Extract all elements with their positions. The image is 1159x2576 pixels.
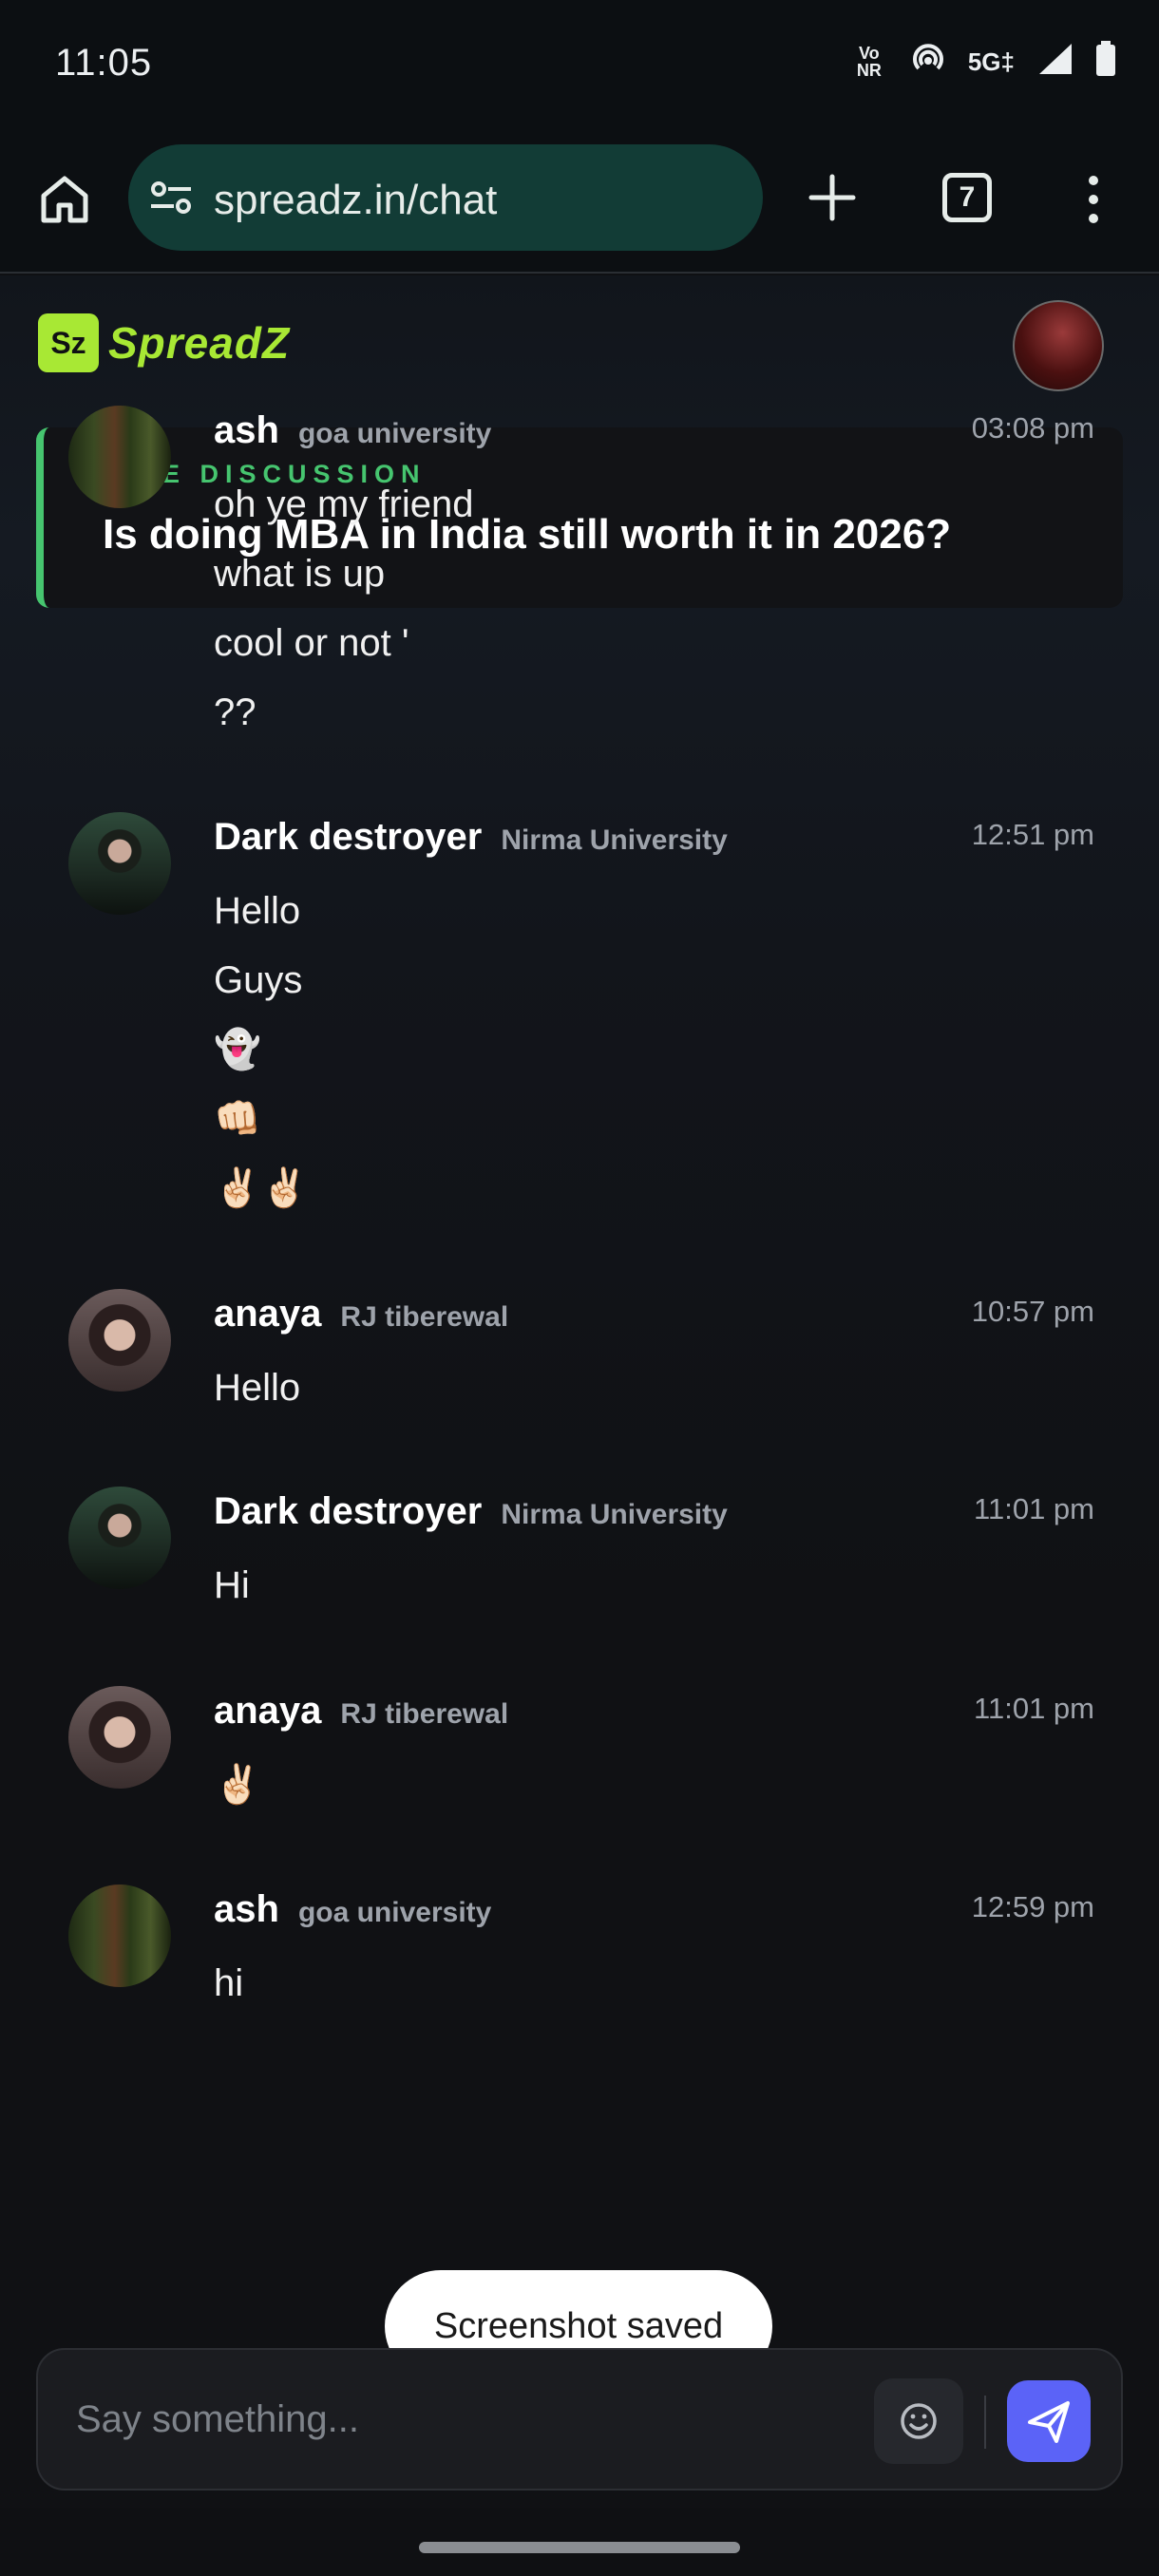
message-line: ✌🏻 xyxy=(214,1764,261,1806)
plus-icon xyxy=(808,174,856,221)
message-line: oh ye my friend xyxy=(214,483,474,525)
sender-university: Nirma University xyxy=(501,824,728,856)
gesture-handle[interactable] xyxy=(419,2542,740,2553)
brand-name: SpreadZ xyxy=(108,318,291,368)
smiley-icon xyxy=(901,2403,937,2439)
signal-icon xyxy=(1036,40,1074,84)
message-header: Dark destroyer Nirma University xyxy=(214,1490,728,1533)
user-avatar[interactable] xyxy=(68,812,171,915)
brand-logo[interactable]: Sz SpreadZ xyxy=(38,313,290,372)
message-header: anaya RJ tiberewal xyxy=(214,1690,508,1733)
tab-switcher-button[interactable]: 7 xyxy=(942,173,992,222)
message-line: hi xyxy=(214,1962,244,2004)
sender-name[interactable]: anaya xyxy=(214,1293,321,1335)
message-line: Guys xyxy=(214,959,303,1001)
message-line: cool or not ' xyxy=(214,622,409,664)
sender-university: goa university xyxy=(297,1897,492,1928)
sender-name[interactable]: ash xyxy=(214,409,279,452)
sender-name[interactable]: ash xyxy=(214,1888,279,1931)
message-line: 👻 xyxy=(214,1029,261,1070)
live-discussion-card: LIVE DISCUSSION Is doing MBA in India st… xyxy=(36,427,1123,608)
status-bar: 11:05 Vo NR 5G‡ xyxy=(0,0,1159,133)
message-header: anaya RJ tiberewal xyxy=(214,1293,508,1335)
user-avatar[interactable] xyxy=(68,1686,171,1789)
message-line: what is up xyxy=(214,553,386,595)
message-time: 03:08 pm xyxy=(971,411,1094,445)
url-text: spreadz.in/chat xyxy=(214,177,498,223)
message-time: 11:01 pm xyxy=(974,1692,1094,1725)
volte-icon: Vo NR xyxy=(856,44,882,80)
status-time: 11:05 xyxy=(55,42,153,84)
message-line: Hello xyxy=(214,1367,301,1409)
message-line: 👊🏻 xyxy=(214,1098,261,1140)
message-time: 12:51 pm xyxy=(971,818,1094,851)
system-nav-bar xyxy=(0,2508,1159,2576)
more-menu-button[interactable] xyxy=(1081,171,1106,228)
sender-university: goa university xyxy=(297,418,492,449)
message-body: hi xyxy=(214,1949,243,2018)
message-time: 11:01 pm xyxy=(974,1492,1094,1525)
home-button[interactable] xyxy=(36,171,93,228)
more-vert-icon xyxy=(1089,176,1098,223)
message-line: Hi xyxy=(214,1564,250,1606)
message-body: oh ye my friend what is up cool or not '?? xyxy=(214,470,473,748)
message-header: ash goa university xyxy=(214,1888,491,1931)
sender-name[interactable]: Dark destroyer xyxy=(214,816,482,859)
message-body: ✌🏻 xyxy=(214,1751,261,1820)
message-time: 10:57 pm xyxy=(971,1295,1094,1328)
message-time: 12:59 pm xyxy=(971,1890,1094,1923)
sender-university: RJ tiberewal xyxy=(340,1698,509,1730)
send-button[interactable] xyxy=(1007,2380,1091,2462)
sender-name[interactable]: Dark destroyer xyxy=(214,1490,482,1533)
5g-icon: 5G‡ xyxy=(967,47,1015,76)
user-avatar[interactable] xyxy=(68,406,171,508)
message-header: ash goa university xyxy=(214,409,491,452)
home-icon xyxy=(41,176,88,223)
browser-toolbar: spreadz.in/chat 7 xyxy=(0,133,1159,274)
url-bar[interactable]: spreadz.in/chat xyxy=(128,144,763,251)
message-line: ✌🏻✌🏻 xyxy=(214,1167,309,1209)
message-body: Hi xyxy=(214,1551,250,1620)
sender-name[interactable]: anaya xyxy=(214,1690,321,1733)
message-line: ?? xyxy=(214,691,256,733)
message-header: Dark destroyer Nirma University xyxy=(214,816,728,859)
chat-page: Sz SpreadZ LIVE DISCUSSION Is doing MBA … xyxy=(0,275,1159,2508)
emoji-button[interactable] xyxy=(874,2378,963,2464)
user-avatar[interactable] xyxy=(68,1885,171,1987)
message-composer xyxy=(36,2348,1123,2491)
user-avatar[interactable] xyxy=(68,1289,171,1392)
profile-avatar[interactable] xyxy=(1013,300,1104,391)
battery-icon xyxy=(1094,40,1117,84)
site-settings-icon[interactable] xyxy=(149,179,193,217)
message-body: Hello xyxy=(214,1354,300,1423)
hotspot-icon xyxy=(909,40,947,84)
message-line: Hello xyxy=(214,890,301,932)
sender-university: RJ tiberewal xyxy=(340,1301,509,1333)
message-body: Hello Guys 👻 👊🏻 ✌🏻✌🏻 xyxy=(214,877,309,1223)
composer-divider xyxy=(984,2396,986,2449)
message-input[interactable] xyxy=(76,2350,855,2489)
sender-university: Nirma University xyxy=(501,1499,728,1530)
logo-mark: Sz xyxy=(38,313,99,372)
status-icons: Vo NR 5G‡ xyxy=(850,40,1117,84)
new-tab-button[interactable] xyxy=(806,171,859,224)
user-avatar[interactable] xyxy=(68,1487,171,1589)
send-icon xyxy=(1028,2401,1070,2443)
